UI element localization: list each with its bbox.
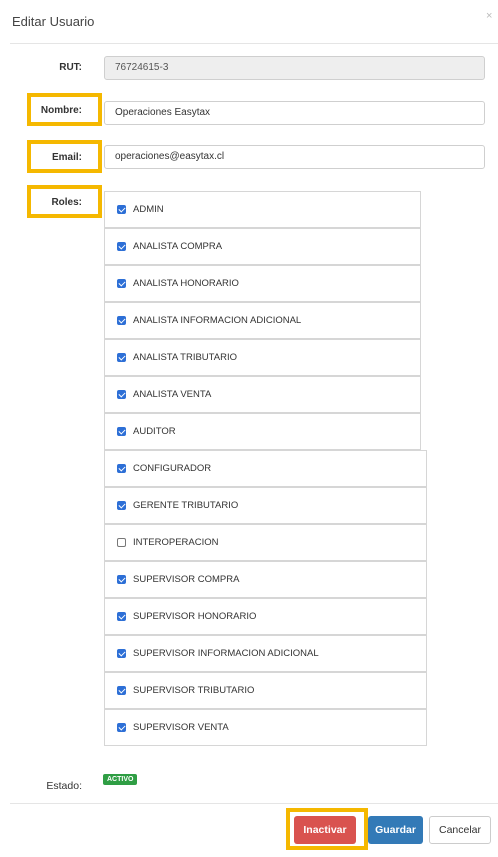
email-field[interactable]: operaciones@easytax.cl [104,145,485,169]
role-item[interactable]: INTEROPERACION [104,524,427,561]
role-label: CONFIGURADOR [133,463,212,474]
checkbox-checked-icon[interactable] [117,205,126,214]
role-item[interactable]: ANALISTA TRIBUTARIO [104,339,421,376]
edit-user-dialog: Editar Usuario × RUT: 76724615-3 Nombre:… [0,0,498,857]
checkbox-checked-icon[interactable] [117,723,126,732]
rut-field: 76724615-3 [104,56,485,80]
role-label: ANALISTA INFORMACION ADICIONAL [133,315,302,326]
checkbox-checked-icon[interactable] [117,501,126,510]
role-label: INTEROPERACION [133,537,219,548]
role-item[interactable]: SUPERVISOR HONORARIO [104,598,427,635]
role-label: ANALISTA COMPRA [133,241,223,252]
inactivar-button[interactable]: Inactivar [294,816,356,844]
role-label: ANALISTA HONORARIO [133,278,239,289]
checkbox-checked-icon[interactable] [117,612,126,621]
checkbox-checked-icon[interactable] [117,242,126,251]
role-item[interactable]: SUPERVISOR INFORMACION ADICIONAL [104,635,427,672]
role-item[interactable]: GERENTE TRIBUTARIO [104,487,427,524]
role-label: SUPERVISOR TRIBUTARIO [133,685,255,696]
role-item[interactable]: ANALISTA INFORMACION ADICIONAL [104,302,421,339]
status-badge: ACTIVO [103,774,138,785]
checkbox-checked-icon[interactable] [117,279,126,288]
role-label: AUDITOR [133,426,176,437]
cancelar-button[interactable]: Cancelar [429,816,491,844]
header-divider [10,43,498,44]
checkbox-checked-icon[interactable] [117,575,126,584]
role-item[interactable]: ANALISTA COMPRA [104,228,421,265]
checkbox-checked-icon[interactable] [117,353,126,362]
role-label: ANALISTA VENTA [133,389,212,400]
role-label: SUPERVISOR HONORARIO [133,611,257,622]
rut-label: RUT: [59,62,82,73]
footer-divider [10,803,498,804]
role-label: SUPERVISOR COMPRA [133,574,240,585]
email-label: Email: [51,152,82,163]
role-item[interactable]: SUPERVISOR VENTA [104,709,427,746]
role-label: ANALISTA TRIBUTARIO [133,352,237,363]
role-item[interactable]: CONFIGURADOR [104,450,427,487]
role-item[interactable]: ADMIN [104,191,421,228]
checkbox-checked-icon[interactable] [117,390,126,399]
checkbox-checked-icon[interactable] [117,464,126,473]
guardar-button[interactable]: Guardar [368,816,423,844]
checkbox-unchecked-icon[interactable] [117,538,126,547]
estado-label: Estado: [46,780,82,792]
role-item[interactable]: SUPERVISOR COMPRA [104,561,427,598]
role-item[interactable]: ANALISTA HONORARIO [104,265,421,302]
role-item[interactable]: ANALISTA VENTA [104,376,421,413]
roles-label: Roles: [51,197,82,208]
role-label: ADMIN [133,204,164,215]
nombre-label: Nombre: [40,105,82,116]
role-label: SUPERVISOR VENTA [133,722,229,733]
dialog-title: Editar Usuario [12,14,95,29]
role-item[interactable]: AUDITOR [104,413,421,450]
role-label: SUPERVISOR INFORMACION ADICIONAL [133,648,319,659]
role-item[interactable]: SUPERVISOR TRIBUTARIO [104,672,427,709]
checkbox-checked-icon[interactable] [117,316,126,325]
checkbox-checked-icon[interactable] [117,686,126,695]
role-label: GERENTE TRIBUTARIO [133,500,239,511]
nombre-field[interactable]: Operaciones Easytax [104,101,485,125]
close-icon[interactable]: × [486,10,492,22]
checkbox-checked-icon[interactable] [117,649,126,658]
checkbox-checked-icon[interactable] [117,427,126,436]
